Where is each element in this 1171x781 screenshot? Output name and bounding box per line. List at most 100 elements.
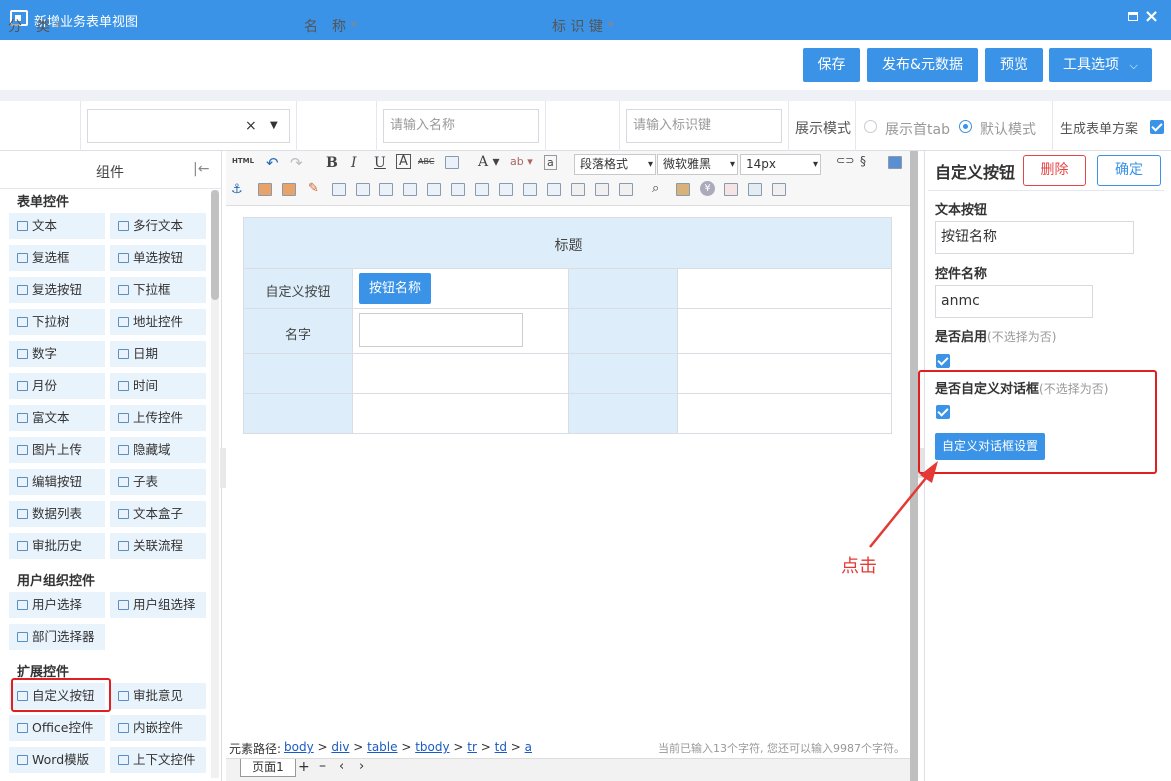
component-item[interactable]: 复选框 — [9, 245, 105, 271]
next-page-icon[interactable]: › — [359, 759, 364, 774]
image-icon[interactable] — [258, 183, 272, 196]
path-link[interactable]: table — [367, 740, 397, 754]
split-rows-icon[interactable] — [499, 183, 513, 196]
path-link[interactable]: body — [284, 740, 314, 754]
table-icon[interactable] — [332, 183, 346, 196]
format-painter-icon[interactable] — [445, 156, 459, 169]
unlink-icon[interactable]: § — [860, 154, 866, 168]
component-item[interactable]: 地址控件 — [110, 309, 206, 335]
radio-first-tab[interactable] — [864, 120, 877, 133]
component-item[interactable]: 审批意见 — [110, 683, 206, 709]
table-cell[interactable] — [352, 393, 569, 434]
component-item[interactable]: 月份 — [9, 373, 105, 399]
component-item[interactable]: 隐藏域 — [110, 437, 206, 463]
link-edit-icon[interactable]: ✎ — [308, 181, 319, 196]
component-item[interactable]: 数据列表 — [9, 501, 105, 527]
table-cell[interactable] — [243, 393, 353, 434]
table-grid-icon[interactable] — [619, 183, 633, 196]
component-item[interactable]: 审批历史 — [9, 533, 105, 559]
component-item[interactable]: 图片上传 — [9, 437, 105, 463]
component-item[interactable]: 单选按钮 — [110, 245, 206, 271]
remove-page-icon[interactable]: – — [319, 758, 326, 774]
component-item[interactable]: 富文本 — [9, 405, 105, 431]
button-text-input[interactable]: 按钮名称 — [935, 221, 1134, 254]
currency-icon[interactable]: ¥ — [700, 181, 715, 196]
component-item[interactable]: 编辑按钮 — [9, 469, 105, 495]
component-item[interactable]: 上下文控件 — [110, 747, 206, 773]
gen-scheme-checkbox[interactable] — [1150, 120, 1164, 134]
path-link[interactable]: tbody — [415, 740, 449, 754]
font-size-select[interactable]: 14px — [740, 154, 821, 175]
component-item[interactable]: 上传控件 — [110, 405, 206, 431]
fullscreen-icon[interactable] — [888, 156, 902, 169]
path-link[interactable]: tr — [467, 740, 477, 754]
component-item[interactable]: 内嵌控件 — [110, 715, 206, 741]
redo-icon[interactable]: ↷ — [290, 154, 303, 172]
component-item[interactable]: 用户组选择 — [110, 592, 206, 618]
insert-row-icon[interactable] — [356, 183, 370, 196]
name-text-input-preview[interactable] — [359, 313, 523, 347]
delete-row-icon[interactable] — [427, 183, 441, 196]
radio-default-mode[interactable] — [959, 120, 972, 133]
component-item[interactable]: 时间 — [110, 373, 206, 399]
table-cell-label-1[interactable]: 自定义按钮 — [243, 268, 353, 309]
table-cell[interactable] — [677, 268, 892, 309]
cell-props-icon[interactable] — [547, 183, 561, 196]
underline-icon[interactable]: U — [374, 155, 386, 171]
preview-icon[interactable] — [748, 183, 762, 196]
insert-col-icon[interactable] — [379, 183, 393, 196]
component-item[interactable]: 文本 — [9, 213, 105, 239]
collapse-left-icon[interactable]: |← — [193, 161, 209, 177]
table-cell[interactable] — [568, 393, 678, 434]
component-item[interactable]: Office控件 — [9, 715, 105, 741]
date-icon[interactable] — [724, 183, 738, 196]
component-item[interactable]: 部门选择器 — [9, 624, 105, 650]
dropdown-arrow-icon[interactable]: ▼ — [270, 110, 278, 142]
strikethrough-icon[interactable]: ABC — [418, 157, 434, 166]
path-link[interactable]: div — [331, 740, 349, 754]
component-item[interactable]: 关联流程 — [110, 533, 206, 559]
font-border-icon[interactable]: A — [396, 154, 411, 169]
left-scrollbar-thumb[interactable] — [211, 190, 219, 300]
page-tab-1[interactable]: 页面1 — [240, 759, 296, 777]
component-item[interactable]: 复选按钮 — [9, 277, 105, 303]
html-source-icon[interactable]: HTML — [232, 157, 254, 165]
table-cell[interactable] — [352, 353, 569, 394]
search-replace-icon[interactable]: ⌕ — [652, 181, 659, 196]
category-select[interactable]: × ▼ — [87, 109, 290, 143]
preview-button[interactable]: 预览 — [985, 48, 1043, 82]
undo-icon[interactable]: ↶ — [266, 154, 279, 172]
enable-checkbox[interactable] — [936, 354, 950, 368]
italic-icon[interactable]: I — [351, 155, 357, 171]
split-cols-icon[interactable] — [523, 183, 537, 196]
table-cell-value-2[interactable] — [352, 308, 569, 354]
custom-button-preview[interactable]: 按钮名称 — [359, 273, 431, 304]
component-item[interactable]: 子表 — [110, 469, 206, 495]
add-page-icon[interactable]: + — [298, 759, 310, 775]
paste-text-icon[interactable]: a — [544, 155, 557, 170]
component-item[interactable]: 下拉树 — [9, 309, 105, 335]
bold-icon[interactable]: B — [326, 155, 338, 171]
split-cell-icon[interactable] — [475, 183, 489, 196]
print-icon[interactable] — [772, 183, 786, 196]
component-item[interactable]: Word模版 — [9, 747, 105, 773]
component-item[interactable]: 用户选择 — [9, 592, 105, 618]
component-item[interactable]: 文本盒子 — [110, 501, 206, 527]
path-link[interactable]: td — [495, 740, 507, 754]
delete-col-icon[interactable] — [451, 183, 465, 196]
table-cell[interactable] — [568, 308, 678, 354]
highlight-color-icon[interactable]: ab ▾ — [510, 155, 533, 168]
maximize-icon[interactable] — [1128, 12, 1138, 21]
table-cell[interactable] — [243, 353, 353, 394]
table-cell[interactable] — [568, 353, 678, 394]
confirm-button[interactable]: 确定 — [1097, 155, 1161, 186]
tools-dropdown-button[interactable]: 工具选项 ⌵ — [1049, 48, 1152, 82]
delete-table-icon[interactable] — [595, 183, 609, 196]
name-input[interactable]: 请输入名称 — [383, 109, 539, 143]
clear-icon[interactable]: × — [245, 110, 257, 142]
paste-icon[interactable] — [676, 183, 690, 196]
table-cell-label-2[interactable]: 名字 — [243, 308, 353, 354]
anchor-icon[interactable]: ⚓ — [231, 182, 243, 197]
table-cell[interactable] — [677, 308, 892, 354]
table-cell[interactable] — [677, 393, 892, 434]
